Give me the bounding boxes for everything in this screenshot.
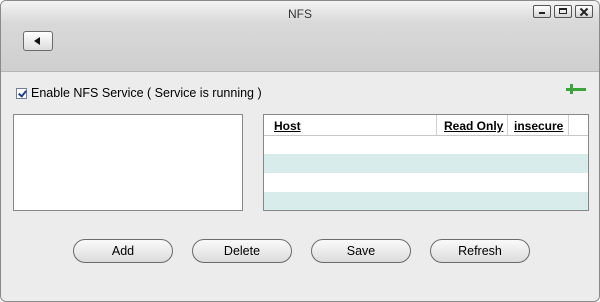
table-row[interactable] xyxy=(264,135,588,154)
column-divider[interactable] xyxy=(568,115,569,135)
column-header-read-only[interactable]: Read Only xyxy=(444,119,503,133)
table-row[interactable] xyxy=(264,154,588,173)
enable-nfs-label: Enable NFS Service ( Service is running … xyxy=(31,86,262,100)
plus-icon[interactable] xyxy=(566,84,576,94)
window-controls xyxy=(533,5,593,18)
add-button[interactable]: Add xyxy=(73,239,173,263)
table-header: Host Read Only insecure xyxy=(264,115,588,136)
save-button[interactable]: Save xyxy=(311,239,411,263)
back-button[interactable] xyxy=(23,31,53,51)
enable-nfs-checkbox[interactable] xyxy=(16,87,27,99)
maximize-icon[interactable] xyxy=(554,5,572,18)
nfs-window: NFS Enable NFS Service ( Service is runn… xyxy=(0,0,600,302)
column-header-insecure[interactable]: insecure xyxy=(514,119,563,133)
column-header-host[interactable]: Host xyxy=(274,119,301,133)
refresh-button[interactable]: Refresh xyxy=(430,239,530,263)
hosts-table: Host Read Only insecure xyxy=(263,114,589,211)
share-list[interactable] xyxy=(13,114,243,211)
table-row[interactable] xyxy=(264,173,588,192)
title-bar: NFS xyxy=(1,1,599,72)
window-title: NFS xyxy=(288,7,312,21)
enable-nfs-row: Enable NFS Service ( Service is running … xyxy=(16,86,262,100)
minimize-icon[interactable] xyxy=(533,5,551,18)
close-icon[interactable] xyxy=(575,5,593,18)
column-divider[interactable] xyxy=(436,115,437,135)
share-add-remove xyxy=(566,84,586,94)
table-row[interactable] xyxy=(264,192,588,210)
minus-icon[interactable] xyxy=(576,84,586,94)
delete-button[interactable]: Delete xyxy=(192,239,292,263)
column-divider[interactable] xyxy=(507,115,508,135)
